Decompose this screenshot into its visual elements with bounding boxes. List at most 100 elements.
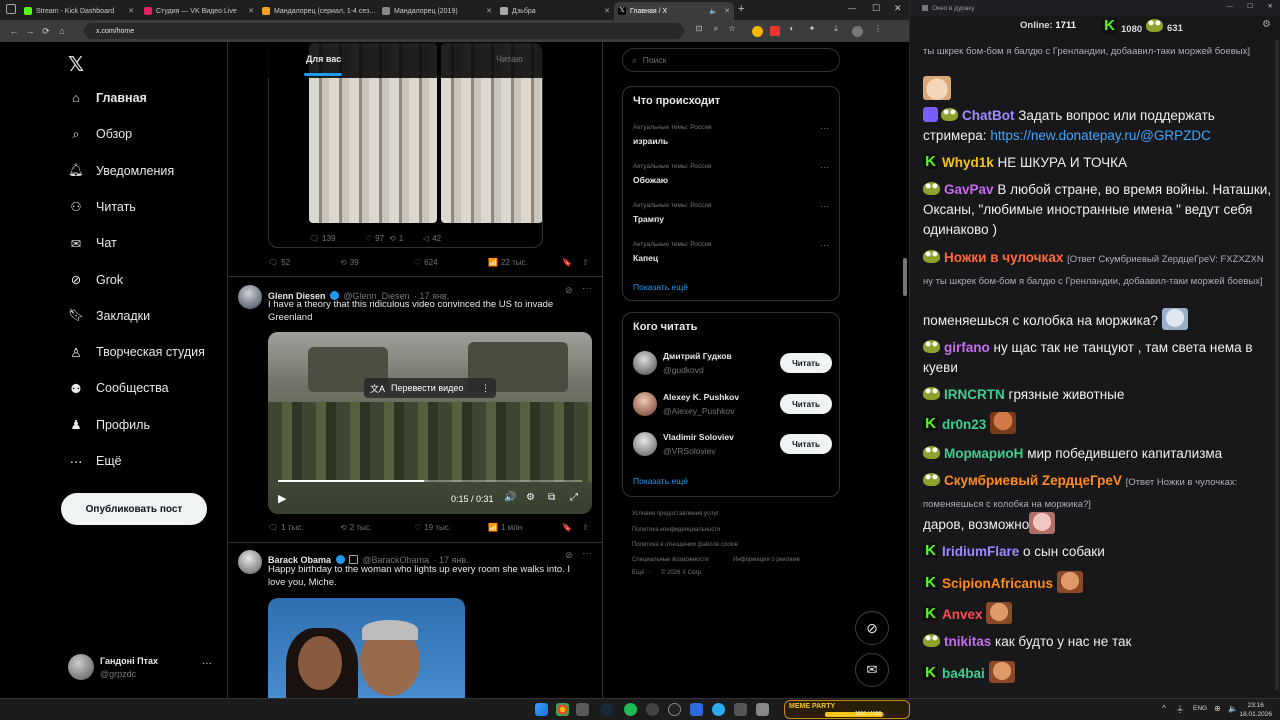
post-button[interactable]: Опубликовать пост (61, 493, 207, 525)
zoom-icon[interactable]: ⌕ (710, 24, 722, 36)
nav-item-7[interactable]: ♙ Творческая студия (68, 339, 204, 365)
close-icon[interactable]: ✕ (486, 7, 492, 15)
more-icon[interactable]: ··· (820, 123, 829, 133)
video-player[interactable]: 文A Перевести видео ⋮ ▶ 0:15 / 0:31 🔊 ⚙ ⧉ ⤢ (268, 332, 592, 514)
spotify-icon[interactable] (624, 703, 637, 716)
tab-other[interactable]: Дзьбра ✕ (496, 2, 614, 20)
views-button[interactable]: 📶 22 тыс. (488, 258, 528, 267)
footer-link[interactable]: Информация о рекламе (733, 557, 800, 563)
suggested-name[interactable]: Alexey K. Pushkov (663, 392, 739, 402)
language-indicator[interactable]: ENG (1193, 705, 1207, 712)
bookmark-button[interactable]: 🔖 (562, 258, 572, 267)
telegram-icon[interactable] (712, 703, 725, 716)
minimize-button[interactable]: — (848, 4, 856, 13)
bookmark-button[interactable]: 🔖 (562, 523, 572, 532)
meme-party-widget[interactable]: MEME PARTY 1550 / 1599 (784, 700, 910, 719)
footer-link[interactable]: Ещё ··· (632, 570, 652, 576)
views-button[interactable]: 📶 1 млн (488, 523, 522, 532)
trend-item[interactable]: Трампу (633, 214, 664, 224)
tab-vk[interactable]: Студия — VK Видео Live ✕ (140, 2, 258, 20)
profile-avatar-icon[interactable] (852, 26, 863, 37)
footer-link[interactable]: Условия предоставления услуг (632, 511, 719, 517)
nav-item-3[interactable]: ⚇ Читать (68, 194, 135, 220)
nav-item-5[interactable]: ⊘ Grok (68, 267, 123, 293)
more-icon[interactable]: ··· (820, 240, 829, 250)
more-icon[interactable]: ··· (820, 162, 829, 172)
reply-button[interactable]: 🗨 139 (309, 234, 336, 243)
speaker-icon[interactable]: 🔈 (709, 7, 718, 15)
tab-following[interactable]: Читаю (496, 54, 523, 64)
app-icon[interactable] (734, 703, 747, 716)
scrollbar-thumb[interactable] (903, 258, 907, 296)
footer-link[interactable]: Политика в отношении файлов cookie (632, 542, 738, 548)
grok-fab[interactable]: ⊘ (855, 611, 889, 645)
nav-item-0[interactable]: ⌂ Главная (68, 85, 147, 111)
x-logo-icon[interactable]: 𝕏 (68, 52, 84, 77)
avatar[interactable] (238, 550, 262, 574)
settings-icon[interactable]: ⚙ (526, 492, 535, 503)
reply-button[interactable]: 🗨 52 (268, 258, 290, 267)
avatar[interactable] (633, 351, 657, 375)
nav-item-6[interactable]: 🔖︎ Закладки (68, 303, 150, 329)
follow-button[interactable]: Читать (780, 394, 832, 414)
app-icon[interactable] (756, 703, 769, 716)
more-icon[interactable]: ··· (582, 548, 592, 559)
avatar[interactable] (633, 392, 657, 416)
account-switcher[interactable]: Гандоні Птах @grpzdc ··· (68, 654, 218, 684)
usb-icon[interactable]: ⏚ (1176, 704, 1184, 715)
footer-link[interactable]: Политика конфиденциальности (632, 527, 721, 533)
bookmark-star-icon[interactable]: ☆ (726, 24, 738, 36)
home-button[interactable]: ⌂ (54, 26, 70, 36)
app-icon[interactable] (646, 703, 659, 716)
suggested-name[interactable]: Дмитрий Гудков (663, 351, 732, 361)
more-icon[interactable]: ··· (582, 283, 592, 294)
nav-item-9[interactable]: ♟ Профиль (68, 412, 150, 438)
trend-item[interactable]: Капец (633, 253, 658, 263)
nav-item-8[interactable]: ⚉ Сообщества (68, 375, 168, 401)
tab-x-home[interactable]: 𝕏 Главная / X 🔈 ✕ (614, 2, 734, 20)
maximize-button[interactable]: ☐ (872, 3, 880, 14)
minimize-button[interactable]: — (1227, 3, 1234, 10)
network-icon[interactable]: ⊕ (1214, 704, 1221, 713)
extension-icon[interactable] (752, 26, 763, 37)
fullscreen-icon[interactable]: ⤢ (570, 492, 578, 503)
url-field[interactable]: x.com/home (84, 23, 684, 39)
repost-button[interactable]: ⟲ 2 тыс. (340, 523, 372, 532)
trend-item[interactable]: израиль (633, 136, 668, 146)
tab-for-you[interactable]: Для вас (306, 54, 341, 64)
extension-icon[interactable]: ◐ (786, 24, 798, 36)
close-button[interactable]: ✕ (1268, 2, 1273, 10)
like-button[interactable]: ♡ 624 (414, 258, 438, 267)
avatar[interactable] (238, 285, 262, 309)
forward-button[interactable]: → (22, 26, 38, 36)
suggested-name[interactable]: Vladimir Soloviev (663, 432, 734, 442)
install-app-icon[interactable]: ⊡ (693, 24, 705, 36)
follow-button[interactable]: Читать (780, 434, 832, 454)
nav-item-1[interactable]: ⌕ Обзор (68, 121, 132, 147)
menu-icon[interactable]: ⋮ (872, 24, 884, 36)
close-icon[interactable]: ✕ (604, 7, 610, 15)
show-more-link[interactable]: Показать ещё (633, 476, 688, 486)
share-button[interactable]: ⇪ (582, 523, 589, 532)
extension-icon[interactable] (770, 26, 780, 36)
explorer-icon[interactable] (576, 703, 589, 716)
play-icon[interactable]: ▶ (278, 492, 286, 505)
repost-button[interactable]: ⟲ 1 (389, 234, 403, 243)
more-icon[interactable]: ··· (820, 201, 829, 211)
new-tab-button[interactable]: + (738, 3, 744, 15)
window-close-button[interactable]: ✕ (894, 3, 902, 14)
back-button[interactable]: ← (6, 26, 22, 36)
follow-button[interactable]: Читать (780, 353, 832, 373)
more-icon[interactable]: ··· (202, 658, 212, 669)
like-button[interactable]: ♡ 19 тыс. (414, 523, 451, 532)
translate-video-button[interactable]: 文A Перевести видео ⋮ (364, 378, 496, 398)
search-input[interactable]: ⌕ Поиск (622, 48, 840, 72)
close-icon[interactable]: ✕ (248, 7, 254, 15)
grok-icon[interactable]: ⊘ (565, 285, 573, 296)
more-icon[interactable]: ⋮ (481, 383, 490, 394)
share-button[interactable]: ◁ 42 (423, 234, 441, 243)
chat-scrollbar[interactable] (1275, 40, 1279, 690)
tray-chevron-icon[interactable]: ^ (1162, 704, 1166, 713)
like-button[interactable]: ♡ 97 (365, 234, 384, 243)
start-icon[interactable] (535, 703, 548, 716)
